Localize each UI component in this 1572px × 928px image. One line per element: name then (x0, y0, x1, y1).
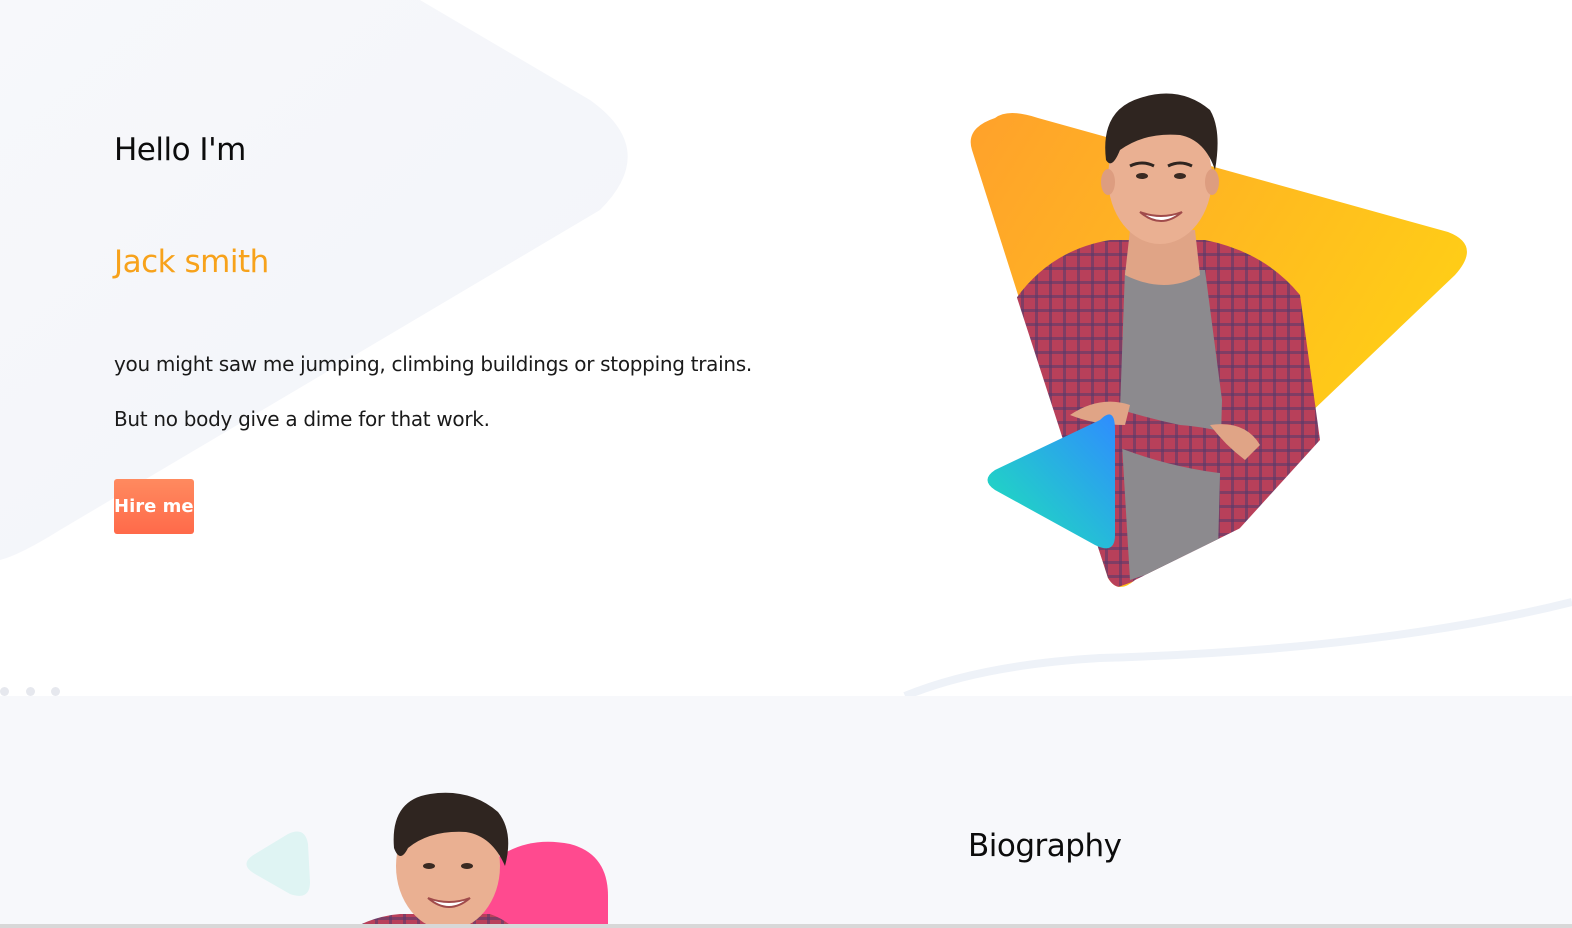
biography-title: Biography (968, 828, 1122, 864)
biography-section: Biography (0, 696, 1572, 928)
slider-dot[interactable] (0, 687, 9, 696)
slider-dots (0, 687, 70, 696)
play-triangle-icon (987, 414, 1115, 549)
hero-portrait-art (970, 93, 1467, 588)
hero-name: Jack smith (114, 244, 269, 280)
hero-greeting: Hello I'm (114, 132, 246, 168)
hero-description-line-1: you might saw me jumping, climbing build… (114, 352, 752, 376)
biography-portrait-art (246, 792, 608, 928)
hero-section: Hello I'm Jack smith you might saw me ju… (0, 0, 1572, 696)
hero-description-line-2: But no body give a dime for that work. (114, 407, 490, 431)
page-bottom-border (0, 924, 1572, 928)
play-triangle-icon (246, 831, 310, 896)
slider-dot[interactable] (51, 687, 60, 696)
hire-me-button[interactable]: Hire me (114, 479, 194, 534)
slider-dot[interactable] (26, 687, 35, 696)
portfolio-page: Hello I'm Jack smith you might saw me ju… (0, 0, 1572, 928)
